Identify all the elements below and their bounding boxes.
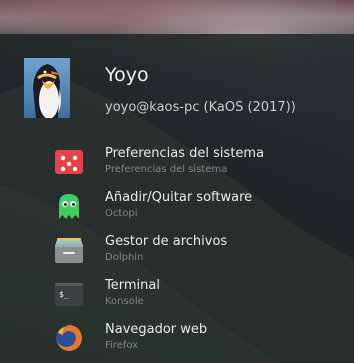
penguin-avatar-icon <box>33 64 64 118</box>
favorite-title: Terminal <box>105 278 160 293</box>
favorite-title: Navegador web <box>105 322 208 337</box>
favorite-item-konsole[interactable]: $_ Terminal Konsole <box>0 275 354 317</box>
user-host: yoyo@kaos-pc (KaOS (2017)) <box>105 100 296 115</box>
svg-text:$_: $_ <box>59 290 69 299</box>
favorite-subtitle: Konsole <box>105 296 144 307</box>
favorite-subtitle: Dolphin <box>105 252 144 263</box>
avatar[interactable] <box>24 58 70 118</box>
terminal-icon: $_ <box>54 279 84 309</box>
octopi-ghost-icon <box>54 191 84 221</box>
favorite-subtitle: Octopi <box>105 208 138 219</box>
file-manager-icon <box>54 235 84 265</box>
firefox-icon <box>54 323 84 353</box>
favorite-title: Preferencias del sistema <box>105 146 265 161</box>
favorite-item-octopi[interactable]: Añadir/Quitar software Octopi <box>0 187 354 229</box>
favorite-subtitle: Firefox <box>105 340 139 351</box>
favorite-item-system-settings[interactable]: Preferencias del sistema Preferencias de… <box>0 143 354 185</box>
system-settings-icon <box>54 147 84 177</box>
user-name: Yoyo <box>105 64 149 86</box>
favorite-subtitle: Preferencias del sistema <box>105 164 228 175</box>
favorite-item-dolphin[interactable]: Gestor de archivos Dolphin <box>0 231 354 273</box>
application-launcher: Yoyo yoyo@kaos-pc (KaOS (2017)) Preferen… <box>0 0 354 363</box>
favorite-title: Añadir/Quitar software <box>105 190 253 205</box>
favorite-title: Gestor de archivos <box>105 234 228 249</box>
favorite-item-firefox[interactable]: Navegador web Firefox <box>0 319 354 361</box>
